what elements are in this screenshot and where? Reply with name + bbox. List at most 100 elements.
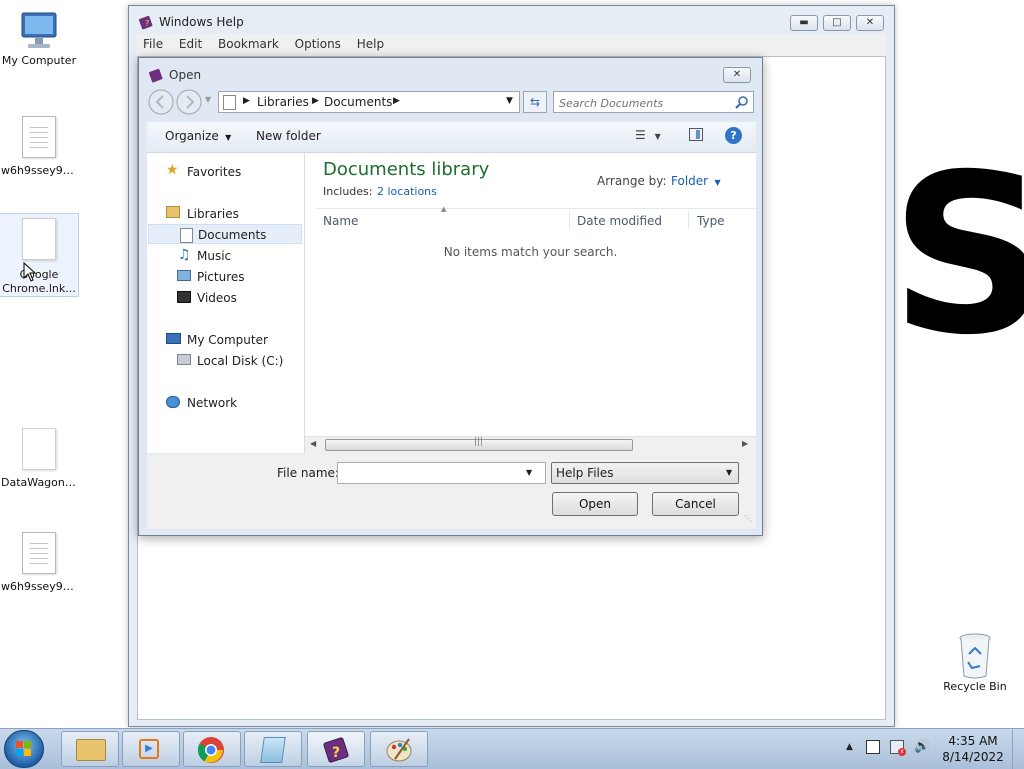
history-dropdown-icon[interactable]: ▼ — [205, 95, 211, 104]
refresh-button[interactable]: ⇆ — [523, 91, 547, 113]
back-button[interactable] — [148, 89, 174, 115]
notepad-icon — [260, 737, 286, 763]
open-button[interactable]: Open — [552, 492, 638, 516]
new-folder-button[interactable]: New folder — [256, 129, 321, 143]
menu-options[interactable]: Options — [289, 34, 347, 51]
taskbar-explorer[interactable] — [61, 731, 119, 767]
document-icon — [22, 116, 56, 158]
chevron-right-icon[interactable]: ▶ — [393, 96, 400, 106]
breadcrumb-libraries[interactable]: Libraries — [257, 95, 309, 109]
address-bar[interactable]: ▶ Libraries ▶ Documents ▶ ▼ — [218, 91, 520, 113]
arrange-by-value: Folder — [671, 174, 709, 188]
scroll-thumb[interactable]: ||| — [325, 437, 633, 451]
taskbar-notepad[interactable] — [244, 731, 302, 767]
desktop-icon-file-1[interactable]: w6h9ssey9-... — [0, 116, 78, 178]
search-icon[interactable] — [735, 95, 749, 109]
help-button[interactable]: ? — [725, 127, 742, 144]
file-name-input[interactable] — [340, 465, 524, 482]
show-desktop-button[interactable] — [1012, 729, 1024, 769]
desktop-icon-datawagon[interactable]: DataWagon.... — [0, 428, 78, 490]
help-icon: ? — [730, 129, 737, 142]
chevron-right-icon[interactable]: ▶ — [243, 96, 250, 106]
breadcrumb-documents[interactable]: Documents — [324, 95, 392, 109]
file-type-dropdown[interactable]: Help Files ▼ — [551, 462, 739, 484]
scroll-right-icon[interactable]: ▶ — [742, 439, 748, 448]
column-divider — [688, 211, 689, 229]
help-title-bar[interactable]: ? Windows Help ▬ □ ✕ — [129, 6, 894, 34]
dialog-toolbar: Organize ▼ New folder ☰ ▼ ? — [147, 122, 756, 153]
close-button[interactable]: ✕ — [856, 15, 884, 31]
search-box[interactable] — [553, 91, 754, 113]
nav-videos[interactable]: Videos — [197, 288, 237, 308]
column-header-name[interactable]: Name — [323, 214, 358, 228]
horizontal-scrollbar[interactable]: ◀ ||| ▶ — [305, 436, 756, 454]
recycle-bin-icon — [959, 633, 991, 679]
resize-grip-icon[interactable]: ⋱ — [744, 514, 752, 523]
open-dialog: Open ✕ ▼ ▶ Libraries ▶ Documents ▶ ▼ ⇆ O… — [138, 57, 763, 536]
help-content-text: S — [890, 127, 1024, 383]
paint-palette-icon — [386, 738, 412, 762]
refresh-icon: ⇆ — [529, 95, 541, 109]
folder-icon — [223, 95, 236, 110]
taskbar-paint[interactable] — [370, 731, 428, 767]
file-name-combobox[interactable]: ▼ — [337, 462, 546, 484]
forward-button[interactable] — [176, 89, 202, 115]
scroll-left-icon[interactable]: ◀ — [310, 439, 316, 448]
help-book-icon: ? — [138, 15, 153, 30]
address-dropdown-icon[interactable]: ▼ — [506, 96, 513, 106]
preview-pane-button[interactable] — [689, 128, 703, 141]
desktop-icon-label: Recycle Bin — [943, 680, 1007, 693]
start-button[interactable] — [4, 730, 44, 768]
minimize-button[interactable]: ▬ — [790, 15, 818, 31]
chevron-right-icon[interactable]: ▶ — [312, 96, 319, 106]
arrange-by-dropdown[interactable]: Folder ▼ — [671, 174, 721, 188]
organize-button[interactable]: Organize ▼ — [165, 129, 231, 143]
videos-icon — [177, 291, 191, 303]
mouse-pointer-icon — [23, 262, 37, 282]
computer-icon — [166, 333, 181, 344]
clock-date[interactable]: 8/14/2022 — [938, 750, 1008, 764]
desktop-icon-label: Google Chrome.lnk... — [2, 268, 76, 295]
nav-pictures[interactable]: Pictures — [197, 267, 245, 287]
libraries-icon — [166, 206, 180, 218]
view-options-button[interactable]: ☰ ▼ — [635, 128, 661, 142]
menu-bookmark[interactable]: Bookmark — [212, 34, 285, 51]
desktop-icon-my-computer[interactable]: My Computer — [0, 10, 78, 68]
taskbar-windows-help[interactable]: ? — [307, 731, 365, 767]
library-title: Documents library — [323, 159, 490, 180]
taskbar-chrome[interactable] — [183, 731, 241, 767]
disk-icon — [177, 354, 191, 365]
nav-libraries[interactable]: Libraries — [187, 204, 239, 224]
column-header-row: ▲ Name Date modified Type — [315, 205, 755, 231]
desktop-icon-chrome-lnk[interactable]: Google Chrome.lnk... — [0, 213, 79, 297]
column-header-type[interactable]: Type — [697, 214, 725, 228]
dialog-close-button[interactable]: ✕ — [723, 67, 751, 83]
menu-help[interactable]: Help — [351, 34, 390, 51]
help-book-icon: ? — [323, 737, 349, 763]
preview-pane-icon — [696, 130, 700, 139]
search-input[interactable] — [557, 94, 731, 112]
nav-favorites[interactable]: Favorites — [187, 162, 241, 182]
nav-my-computer[interactable]: My Computer — [187, 330, 268, 350]
cancel-button[interactable]: Cancel — [652, 492, 739, 516]
column-header-date[interactable]: Date modified — [577, 214, 662, 228]
menu-edit[interactable]: Edit — [173, 34, 208, 51]
nav-network[interactable]: Network — [187, 393, 237, 413]
nav-music[interactable]: Music — [197, 246, 231, 266]
chevron-down-icon[interactable]: ▼ — [526, 468, 532, 477]
nav-documents[interactable]: Documents — [148, 224, 302, 244]
volume-icon[interactable]: 🔊 — [914, 739, 930, 754]
maximize-button[interactable]: □ — [823, 15, 851, 31]
taskbar-media-player[interactable]: ▶ — [122, 731, 180, 767]
desktop-icon-recycle-bin[interactable]: Recycle Bin — [936, 632, 1014, 694]
action-center-icon[interactable] — [866, 740, 880, 754]
desktop-icon-file-2[interactable]: w6h9ssey9-... — [0, 532, 78, 594]
documents-icon — [180, 228, 193, 243]
menu-file[interactable]: File — [137, 34, 169, 51]
network-icon[interactable]: x — [890, 740, 906, 756]
svg-text:?: ? — [145, 19, 149, 28]
nav-local-disk[interactable]: Local Disk (C:) — [197, 351, 283, 371]
clock-time[interactable]: 4:35 AM — [938, 734, 1008, 748]
includes-locations-link[interactable]: 2 locations — [377, 185, 437, 198]
show-hidden-icons-button[interactable]: ▲ — [846, 742, 853, 752]
